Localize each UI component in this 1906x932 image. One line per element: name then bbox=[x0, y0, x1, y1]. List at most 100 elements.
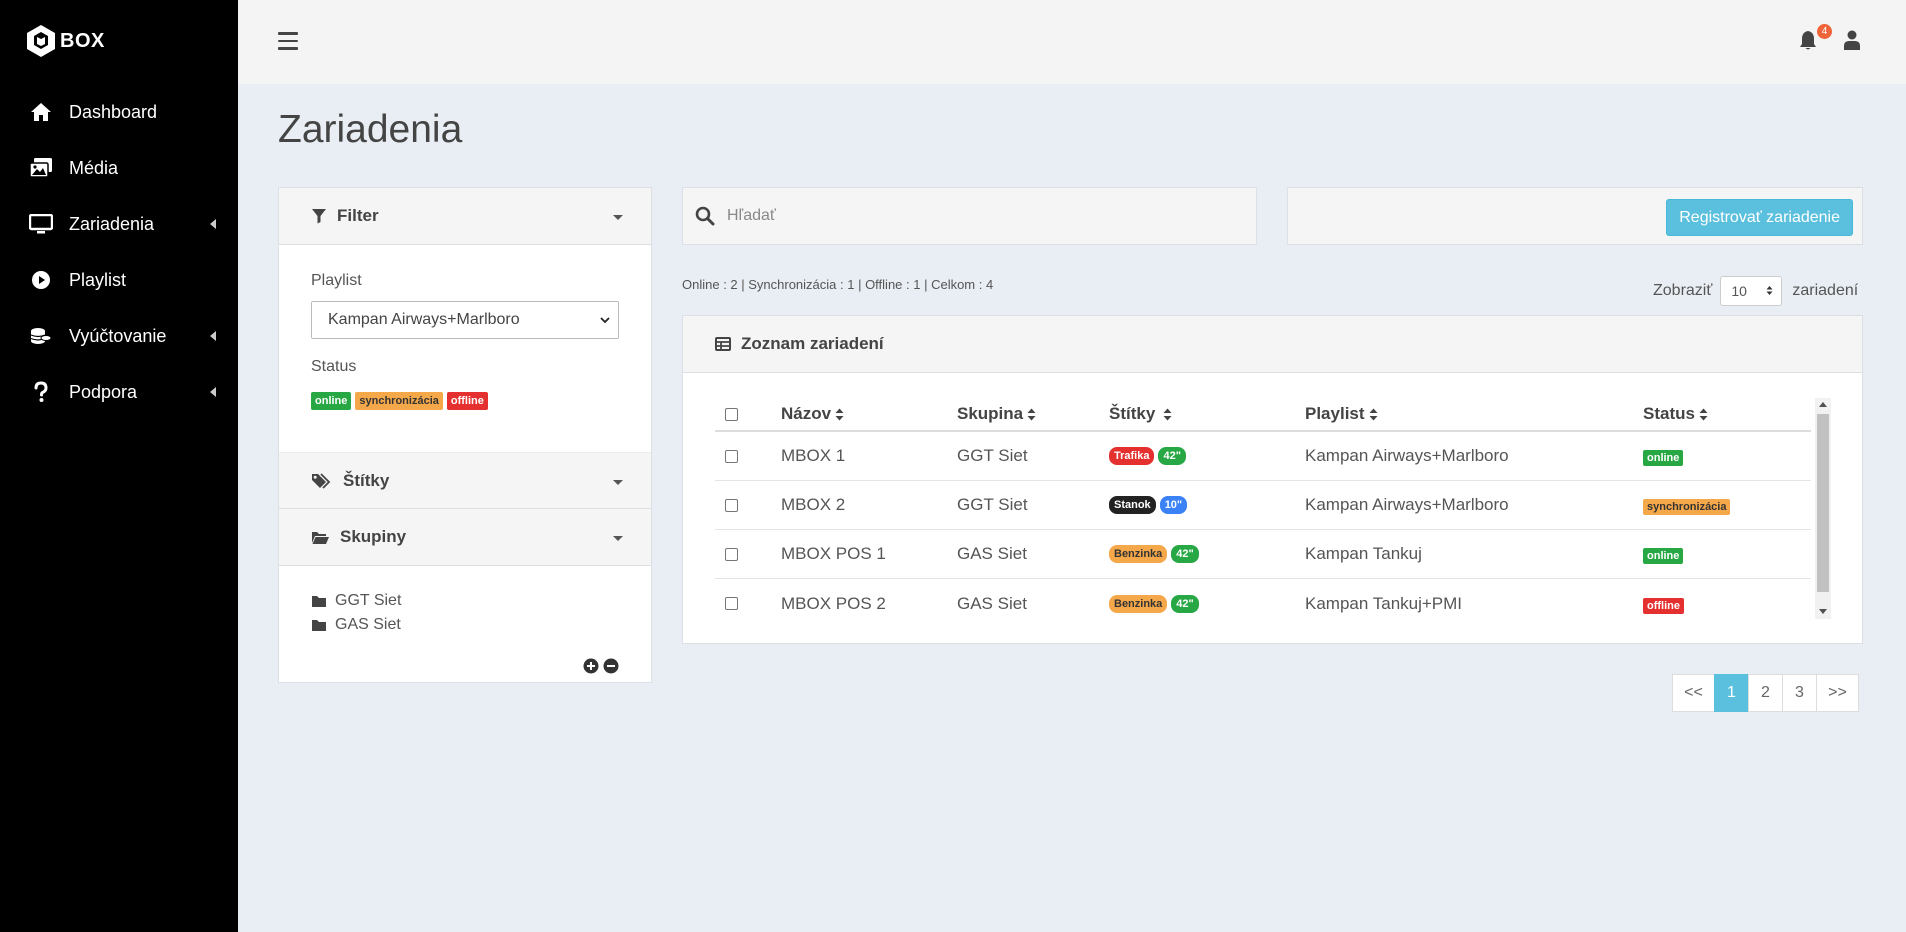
row-checkbox[interactable] bbox=[725, 449, 738, 463]
device-status-summary: Online : 2 | Synchronizácia : 1 | Offlin… bbox=[682, 277, 994, 292]
status-badge: online bbox=[1643, 548, 1684, 564]
table-row[interactable]: MBOX 2 GGT Siet Stanok 10" Kampan Airway… bbox=[715, 481, 1811, 530]
images-icon bbox=[29, 156, 53, 180]
tags-header[interactable]: Štítky bbox=[279, 453, 651, 510]
playlist-select[interactable]: Kampan Airways+Marlboro bbox=[311, 301, 619, 339]
device-tags: Trafika 42" bbox=[1109, 447, 1305, 465]
sort-icon bbox=[835, 408, 844, 420]
group-item-gas[interactable]: GAS Siet bbox=[311, 616, 401, 634]
sidebar-item-playlist[interactable]: Playlist bbox=[0, 252, 238, 308]
table-scrollbar[interactable] bbox=[1815, 398, 1831, 619]
filter-header[interactable]: Filter bbox=[279, 188, 651, 245]
scroll-down-icon[interactable] bbox=[1819, 609, 1827, 614]
row-checkbox[interactable] bbox=[725, 498, 738, 512]
remove-group-icon[interactable] bbox=[603, 658, 619, 674]
sort-icon bbox=[1027, 408, 1036, 420]
search-input[interactable] bbox=[727, 207, 1227, 225]
status-tag-sync[interactable]: synchronizácia bbox=[355, 392, 443, 410]
status-badge: online bbox=[1643, 450, 1684, 466]
scroll-thumb[interactable] bbox=[1817, 414, 1829, 592]
device-tags: Benzinka 42" bbox=[1109, 545, 1305, 563]
play-circle-icon bbox=[29, 268, 53, 292]
chevron-down-icon bbox=[600, 317, 610, 324]
device-list-panel: Zoznam zariadení Názov Skupina Štítky Pl… bbox=[682, 315, 1863, 644]
pagination-page-3[interactable]: 3 bbox=[1782, 674, 1817, 712]
caret-left-icon bbox=[210, 387, 216, 397]
sidebar-item-label: Dashboard bbox=[69, 101, 158, 122]
column-header-name[interactable]: Názov bbox=[781, 404, 957, 424]
page-size-control: Zobraziť 10 zariadení bbox=[1653, 276, 1858, 306]
device-group: GAS Siet bbox=[957, 593, 1027, 613]
sidebar-item-podpora[interactable]: Podpora bbox=[0, 364, 238, 420]
filter-title: Filter bbox=[337, 206, 379, 225]
folder-icon bbox=[312, 619, 326, 631]
table-row[interactable]: MBOX POS 1 GAS Siet Benzinka 42" Kampan … bbox=[715, 530, 1811, 579]
sort-icon bbox=[1369, 408, 1378, 420]
page-size-value: 10 bbox=[1731, 283, 1747, 299]
sidebar-item-media[interactable]: Média bbox=[0, 140, 238, 196]
sidebar-item-vyuctovanie[interactable]: Vyúčtovanie bbox=[0, 308, 238, 364]
status-tags: online synchronizácia offline bbox=[311, 392, 488, 410]
column-header-playlist[interactable]: Playlist bbox=[1305, 404, 1643, 424]
sidebar-item-label: Média bbox=[69, 157, 119, 178]
device-playlist: Kampan Tankuj+PMI bbox=[1305, 593, 1463, 613]
table-row[interactable]: MBOX 1 GGT Siet Trafika 42" Kampan Airwa… bbox=[715, 432, 1811, 481]
device-group: GGT Siet bbox=[957, 495, 1028, 514]
sidebar-item-label: Vyúčtovanie bbox=[69, 325, 167, 346]
device-list-title: Zoznam zariadení bbox=[741, 334, 884, 353]
device-tag: 42" bbox=[1158, 447, 1186, 465]
pagination-prev[interactable]: << bbox=[1672, 674, 1715, 712]
page-size-select[interactable]: 10 bbox=[1720, 276, 1783, 306]
logo[interactable]: BOX bbox=[26, 24, 105, 58]
scroll-up-icon[interactable] bbox=[1819, 402, 1827, 407]
sort-icon bbox=[1163, 408, 1172, 420]
playlist-label: Playlist bbox=[311, 272, 362, 289]
group-item-ggt[interactable]: GGT Siet bbox=[311, 592, 401, 610]
sidebar-nav: Dashboard Média Zariadenia Playlist Vyúč… bbox=[0, 84, 238, 420]
status-tag-offline[interactable]: offline bbox=[446, 392, 488, 410]
user-icon[interactable] bbox=[1843, 30, 1861, 50]
tags-title: Štítky bbox=[343, 471, 390, 490]
pagination-next[interactable]: >> bbox=[1816, 674, 1859, 712]
menu-toggle-icon[interactable] bbox=[278, 32, 298, 50]
sidebar-item-dashboard[interactable]: Dashboard bbox=[0, 84, 238, 140]
pagination: << 1 2 3 >> bbox=[1672, 674, 1859, 712]
table-header: Názov Skupina Štítky Playlist Status bbox=[715, 398, 1811, 432]
column-header-group[interactable]: Skupina bbox=[957, 404, 1109, 424]
topbar: 4 bbox=[238, 0, 1906, 84]
coins-icon bbox=[29, 324, 53, 348]
column-header-tags[interactable]: Štítky bbox=[1109, 404, 1305, 424]
device-name: MBOX 1 bbox=[781, 446, 846, 465]
table-row[interactable]: MBOX POS 2 GAS Siet Benzinka 42" Kampan … bbox=[715, 579, 1811, 628]
group-actions bbox=[583, 658, 619, 674]
pagination-page-1[interactable]: 1 bbox=[1714, 674, 1749, 712]
home-icon bbox=[29, 100, 53, 124]
bell-icon[interactable] bbox=[1799, 30, 1817, 51]
column-header-status[interactable]: Status bbox=[1643, 404, 1803, 424]
add-group-icon[interactable] bbox=[583, 658, 599, 674]
sidebar-item-zariadenia[interactable]: Zariadenia bbox=[0, 196, 238, 252]
status-tag-online[interactable]: online bbox=[311, 392, 352, 410]
box-logo-icon bbox=[27, 25, 55, 57]
groups-header[interactable]: Skupiny bbox=[279, 509, 651, 566]
status-label: Status bbox=[311, 358, 357, 375]
device-name: MBOX 2 bbox=[781, 495, 846, 514]
table-icon bbox=[715, 337, 731, 351]
tags-icon bbox=[312, 473, 331, 489]
caret-left-icon bbox=[210, 331, 216, 341]
pagination-page-2[interactable]: 2 bbox=[1748, 674, 1783, 712]
tags-section: Štítky bbox=[279, 452, 651, 510]
row-checkbox[interactable] bbox=[725, 597, 738, 610]
register-box: Registrovať zariadenie bbox=[1287, 187, 1863, 245]
sidebar-item-label: Zariadenia bbox=[69, 213, 155, 234]
device-tag: Benzinka bbox=[1109, 594, 1168, 613]
row-checkbox[interactable] bbox=[725, 547, 738, 561]
status-badge: offline bbox=[1643, 597, 1684, 614]
device-tag: 42" bbox=[1171, 594, 1199, 613]
select-all-checkbox[interactable] bbox=[725, 407, 738, 421]
status-badge: synchronizácia bbox=[1643, 499, 1731, 515]
groups-section: Skupiny bbox=[279, 508, 651, 566]
register-device-button[interactable]: Registrovať zariadenie bbox=[1666, 199, 1853, 236]
page-title: Zariadenia bbox=[278, 108, 463, 151]
caret-down-icon bbox=[613, 480, 623, 485]
